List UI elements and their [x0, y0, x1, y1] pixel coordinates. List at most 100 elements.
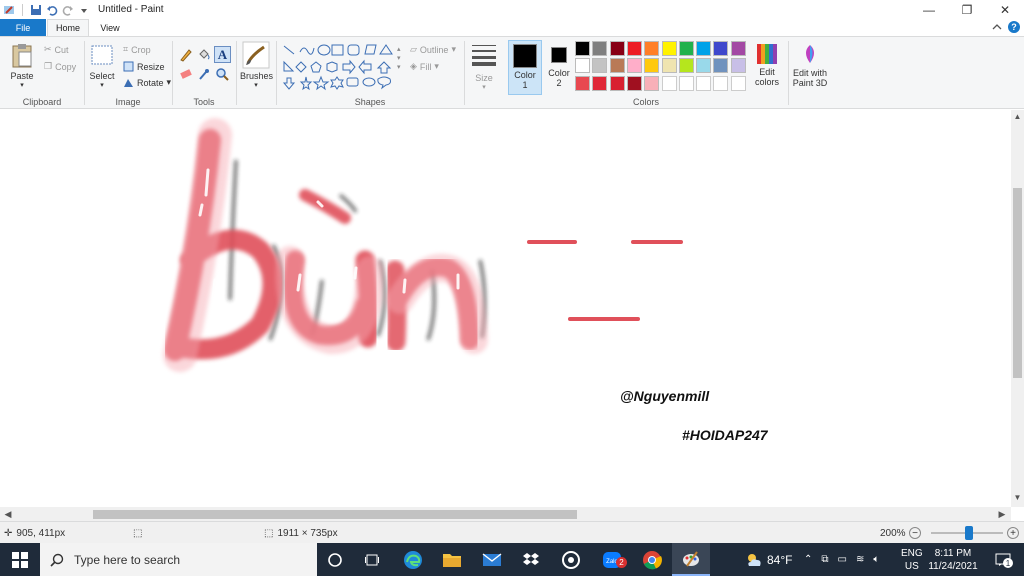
color-swatch[interactable] [626, 41, 642, 56]
taskbar-mail[interactable] [473, 543, 511, 576]
color-swatch[interactable] [730, 75, 746, 91]
horizontal-scrollbar[interactable]: ◀ ▶ [0, 507, 1011, 521]
scroll-down-icon[interactable]: ▼ [1011, 493, 1024, 505]
color-swatch[interactable] [696, 58, 712, 74]
horizontal-scroll-thumb[interactable] [93, 510, 577, 519]
tab-view[interactable]: View [92, 19, 128, 36]
color-swatch[interactable] [644, 58, 660, 74]
tray-volume-icon[interactable]: 🔈︎ [873, 554, 879, 565]
color-swatch[interactable] [730, 41, 746, 56]
fill-bucket-icon[interactable] [197, 48, 211, 62]
copy-button[interactable]: ❐ Copy [44, 61, 76, 72]
taskbar-zalo[interactable]: Zalo 2 [593, 543, 631, 576]
color-swatch[interactable] [661, 75, 677, 91]
color-swatch[interactable] [575, 41, 590, 56]
color-swatch[interactable] [696, 75, 712, 91]
vertical-scroll-thumb[interactable] [1013, 188, 1022, 378]
shapes-gallery[interactable] [280, 42, 400, 94]
color-swatch[interactable] [575, 75, 590, 91]
color-swatch[interactable] [661, 58, 677, 74]
paste-button[interactable]: Paste ▾ [8, 43, 36, 89]
color-swatch[interactable] [661, 41, 677, 56]
zoom-slider-thumb[interactable] [965, 526, 973, 540]
scroll-left-icon[interactable]: ◀ [2, 507, 14, 521]
color-swatch[interactable] [696, 41, 712, 56]
zoom-slider[interactable] [931, 526, 1003, 540]
taskbar-chrome[interactable] [633, 543, 671, 576]
color-swatch[interactable] [713, 58, 729, 74]
color-swatch[interactable] [592, 75, 608, 91]
color-swatch[interactable] [713, 41, 729, 56]
undo-icon[interactable] [46, 4, 58, 16]
color-swatch[interactable] [626, 75, 642, 91]
color-swatch[interactable] [678, 41, 694, 56]
close-button[interactable]: ✕ [986, 0, 1024, 19]
magnifier-icon[interactable] [215, 67, 229, 81]
color-swatch[interactable] [644, 41, 660, 56]
taskbar-edge[interactable] [394, 543, 432, 576]
taskbar-search[interactable]: Type here to search [40, 543, 317, 576]
rotate-button[interactable]: Rotate ▾ [123, 77, 171, 88]
color-swatch[interactable] [609, 58, 625, 74]
collapse-ribbon-icon[interactable] [992, 22, 1002, 32]
text-tool-icon[interactable]: A [214, 46, 231, 63]
restore-button[interactable]: ❐ [948, 0, 986, 19]
color-swatch[interactable] [575, 58, 590, 74]
select-button[interactable]: Select ▾ [89, 45, 115, 89]
color-picker-icon[interactable] [197, 67, 211, 81]
tray-wifi-icon[interactable]: ≋ [856, 554, 864, 565]
edit-colors-button[interactable]: Edit colors [752, 43, 782, 87]
notification-center-button[interactable]: 1 [988, 543, 1018, 576]
input-language[interactable]: ENG US [901, 543, 923, 576]
task-view-button[interactable] [353, 543, 391, 576]
save-icon[interactable] [30, 4, 42, 16]
tab-file[interactable]: File [0, 19, 46, 36]
redo-icon[interactable] [62, 4, 74, 16]
color-swatch[interactable] [678, 58, 694, 74]
fill-button[interactable]: ◈ Fill ▾ [410, 61, 439, 72]
color-swatch[interactable] [730, 58, 746, 74]
color1-button[interactable]: Color 1 [508, 40, 542, 95]
outline-button[interactable]: ▱ Outline ▾ [410, 44, 456, 55]
vertical-scrollbar[interactable]: ▲ ▼ [1011, 110, 1024, 507]
zoom-out-button[interactable]: − [909, 522, 921, 544]
scroll-up-icon[interactable]: ▲ [1011, 112, 1024, 124]
size-button[interactable]: Size ▾ [469, 43, 499, 91]
color-swatch[interactable] [609, 75, 625, 91]
tray-chevron-up-icon[interactable]: ⌃ [804, 554, 812, 565]
color-swatch[interactable] [592, 41, 608, 56]
color-swatch[interactable] [678, 75, 694, 91]
customize-qa-icon[interactable] [78, 4, 90, 16]
cortana-button[interactable] [316, 543, 354, 576]
resize-button[interactable]: Resize [123, 61, 165, 72]
select-dropdown-icon[interactable]: ▾ [89, 81, 115, 89]
tray-meet-icon[interactable]: ⧉ [821, 554, 828, 565]
brushes-dropdown-icon[interactable]: ▾ [240, 81, 272, 89]
minimize-button[interactable]: — [910, 0, 948, 19]
weather-widget[interactable]: 84°F [745, 543, 792, 576]
taskbar-file-explorer[interactable] [433, 543, 471, 576]
color-swatch[interactable] [644, 75, 660, 91]
color-swatch[interactable] [592, 58, 608, 74]
taskbar-dropbox[interactable] [512, 543, 550, 576]
tray-battery-icon[interactable]: ▭ [838, 554, 847, 565]
color2-button[interactable]: Color 2 [544, 40, 574, 88]
color-swatch[interactable] [626, 58, 642, 74]
color-swatch[interactable] [609, 41, 625, 56]
zoom-in-button[interactable]: + [1007, 522, 1019, 544]
eraser-icon[interactable] [179, 67, 193, 81]
color-swatch[interactable] [713, 75, 729, 91]
tab-home[interactable]: Home [47, 19, 89, 36]
taskbar-paint[interactable] [672, 543, 710, 576]
taskbar-app-circle[interactable] [552, 543, 590, 576]
clock[interactable]: 8:11 PM 11/24/2021 [928, 543, 978, 576]
cut-button[interactable]: ✂ Cut [44, 44, 69, 55]
pencil-icon[interactable] [179, 48, 193, 62]
help-icon[interactable]: ? [1008, 21, 1020, 33]
start-button[interactable] [0, 543, 40, 576]
brushes-button[interactable]: Brushes ▾ [240, 41, 273, 89]
edit-with-paint3d-button[interactable]: Edit with Paint 3D [792, 42, 828, 88]
scroll-right-icon[interactable]: ▶ [996, 507, 1008, 521]
shapes-scroll-icon[interactable]: ▴ ▾ ▾ [397, 45, 401, 72]
crop-button[interactable]: ⌗ Crop [123, 44, 151, 55]
